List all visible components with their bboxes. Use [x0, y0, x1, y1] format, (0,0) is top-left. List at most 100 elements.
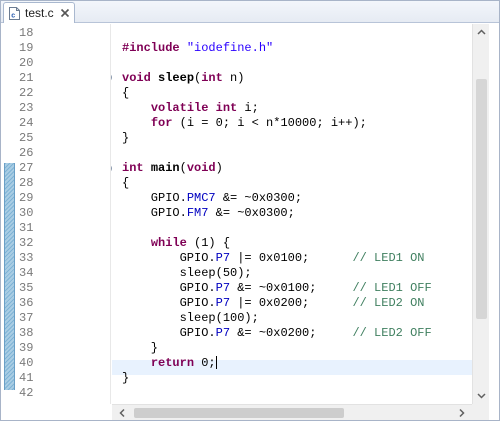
code-token: {: [122, 86, 130, 100]
code-line: GPIO.P7 &= ~0x0200; // LED2 OFF: [122, 326, 432, 341]
code-line: GPIO.PMC7 &= ~0x0300;: [122, 191, 302, 206]
code-token: i;: [237, 101, 259, 115]
code-line: }: [122, 131, 129, 146]
scroll-up-icon[interactable]: [473, 24, 490, 41]
close-icon[interactable]: [60, 8, 70, 18]
code-token: while: [150, 236, 187, 250]
horizontal-scrollbar[interactable]: [112, 404, 489, 420]
line-number: 37: [19, 311, 34, 325]
code-line: sleep(100);: [122, 311, 259, 326]
code-line: GPIO.P7 |= 0x0100; // LED1 ON: [122, 251, 425, 266]
code-token: &= ~0x0300;: [215, 191, 303, 205]
code-token: P7: [215, 281, 231, 295]
code-line: for (i = 0; i < n*10000; i++);: [122, 116, 367, 131]
line-number: 25: [19, 131, 34, 145]
line-number: 34: [19, 266, 34, 280]
line-number: 35: [19, 281, 34, 295]
code-line: int main(void): [122, 161, 223, 176]
code-token: PMC7: [186, 191, 216, 205]
line-number: 31: [19, 221, 34, 235]
scroll-right-icon[interactable]: [454, 405, 470, 421]
line-number-gutter: [2, 24, 98, 404]
code-token: void: [122, 71, 159, 85]
code-token: (i = 0; i < n*10000; i++);: [172, 116, 367, 130]
code-token: P7: [215, 296, 231, 310]
editor-tab-bar: c test.c: [1, 1, 499, 23]
code-token: {: [122, 176, 130, 190]
code-token: GPIO.: [122, 296, 216, 310]
code-token: (: [179, 161, 187, 175]
line-number: 40: [19, 356, 34, 370]
line-number: 29: [19, 191, 34, 205]
code-token: &= ~0x0300;: [208, 206, 295, 220]
code-token: sleep: [158, 71, 195, 85]
c-source-file-icon: c: [9, 7, 20, 20]
scroll-down-icon[interactable]: [473, 387, 490, 404]
code-token: GPIO.: [122, 191, 187, 205]
scroll-left-icon[interactable]: [114, 405, 130, 421]
code-token: for: [150, 116, 173, 130]
vertical-scrollbar[interactable]: [472, 24, 489, 404]
code-token: GPIO.: [122, 326, 216, 340]
code-token: GPIO.: [122, 281, 216, 295]
code-token: P7: [215, 251, 231, 265]
code-line: }: [122, 371, 129, 386]
code-line: sleep(50);: [122, 266, 252, 281]
code-line: }: [122, 341, 158, 356]
vertical-scroll-thumb[interactable]: [476, 79, 487, 319]
code-editor: c test.c 18 19 20 21 22 23 24 25 26 27 28 29 30 31 32 3…: [0, 0, 500, 421]
line-number: 26: [19, 146, 34, 160]
code-line: while (1) {: [122, 236, 230, 251]
folding-ruler: [97, 24, 111, 404]
svg-text:c: c: [11, 13, 15, 20]
code-token: int: [201, 71, 223, 85]
code-token: ): [215, 161, 223, 175]
line-number: 36: [19, 296, 34, 310]
scrollbar-corner: [472, 404, 489, 420]
code-token: &= ~0x0200;: [230, 326, 353, 340]
horizontal-scroll-thumb[interactable]: [134, 408, 344, 418]
line-number: 32: [19, 236, 34, 250]
code-line: {: [122, 86, 129, 101]
line-number: 28: [19, 176, 34, 190]
line-number: 18: [19, 26, 34, 40]
code-text-area[interactable]: #include "iodefine.h" void sleep(int n){ …: [112, 24, 472, 404]
code-token: #include: [122, 41, 187, 55]
code-token: sleep(50);: [122, 266, 252, 280]
text-caret: [215, 356, 217, 370]
line-number: 19: [19, 41, 34, 55]
code-line: GPIO.P7 |= 0x0200; // LED2 ON: [122, 296, 425, 311]
line-number: 20: [19, 56, 34, 70]
code-token: |= 0x0200;: [230, 296, 353, 310]
code-token: (1) {: [186, 236, 231, 250]
code-token: }: [122, 131, 130, 145]
code-line: GPIO.P7 &= ~0x0100; // LED1 OFF: [122, 281, 432, 296]
line-number: 38: [19, 326, 34, 340]
code-token: GPIO.: [122, 206, 187, 220]
code-token: |= 0x0100;: [230, 251, 353, 265]
code-line: volatile int i;: [122, 101, 259, 116]
line-number: 24: [19, 116, 34, 130]
code-line: return 0;: [122, 356, 217, 371]
code-line: #include "iodefine.h": [122, 41, 273, 56]
code-token: main: [150, 161, 180, 175]
line-number: 22: [19, 86, 34, 100]
code-token: // LED2 ON: [352, 296, 425, 310]
code-line: void sleep(int n): [122, 71, 244, 86]
tab-label: test.c: [25, 6, 54, 20]
code-token: sleep(100);: [122, 311, 259, 325]
tab-test-c[interactable]: c test.c: [3, 2, 75, 23]
code-token: // LED1 OFF: [352, 281, 432, 295]
line-number: 23: [19, 101, 34, 115]
code-token: // LED1 ON: [352, 251, 425, 265]
code-token: P7: [215, 326, 231, 340]
line-number: 41: [19, 371, 34, 385]
code-token: 0;: [194, 356, 216, 370]
code-token: FM7: [186, 206, 209, 220]
line-number: 27: [19, 161, 34, 175]
code-token: void: [186, 161, 216, 175]
code-token: n): [222, 71, 245, 85]
